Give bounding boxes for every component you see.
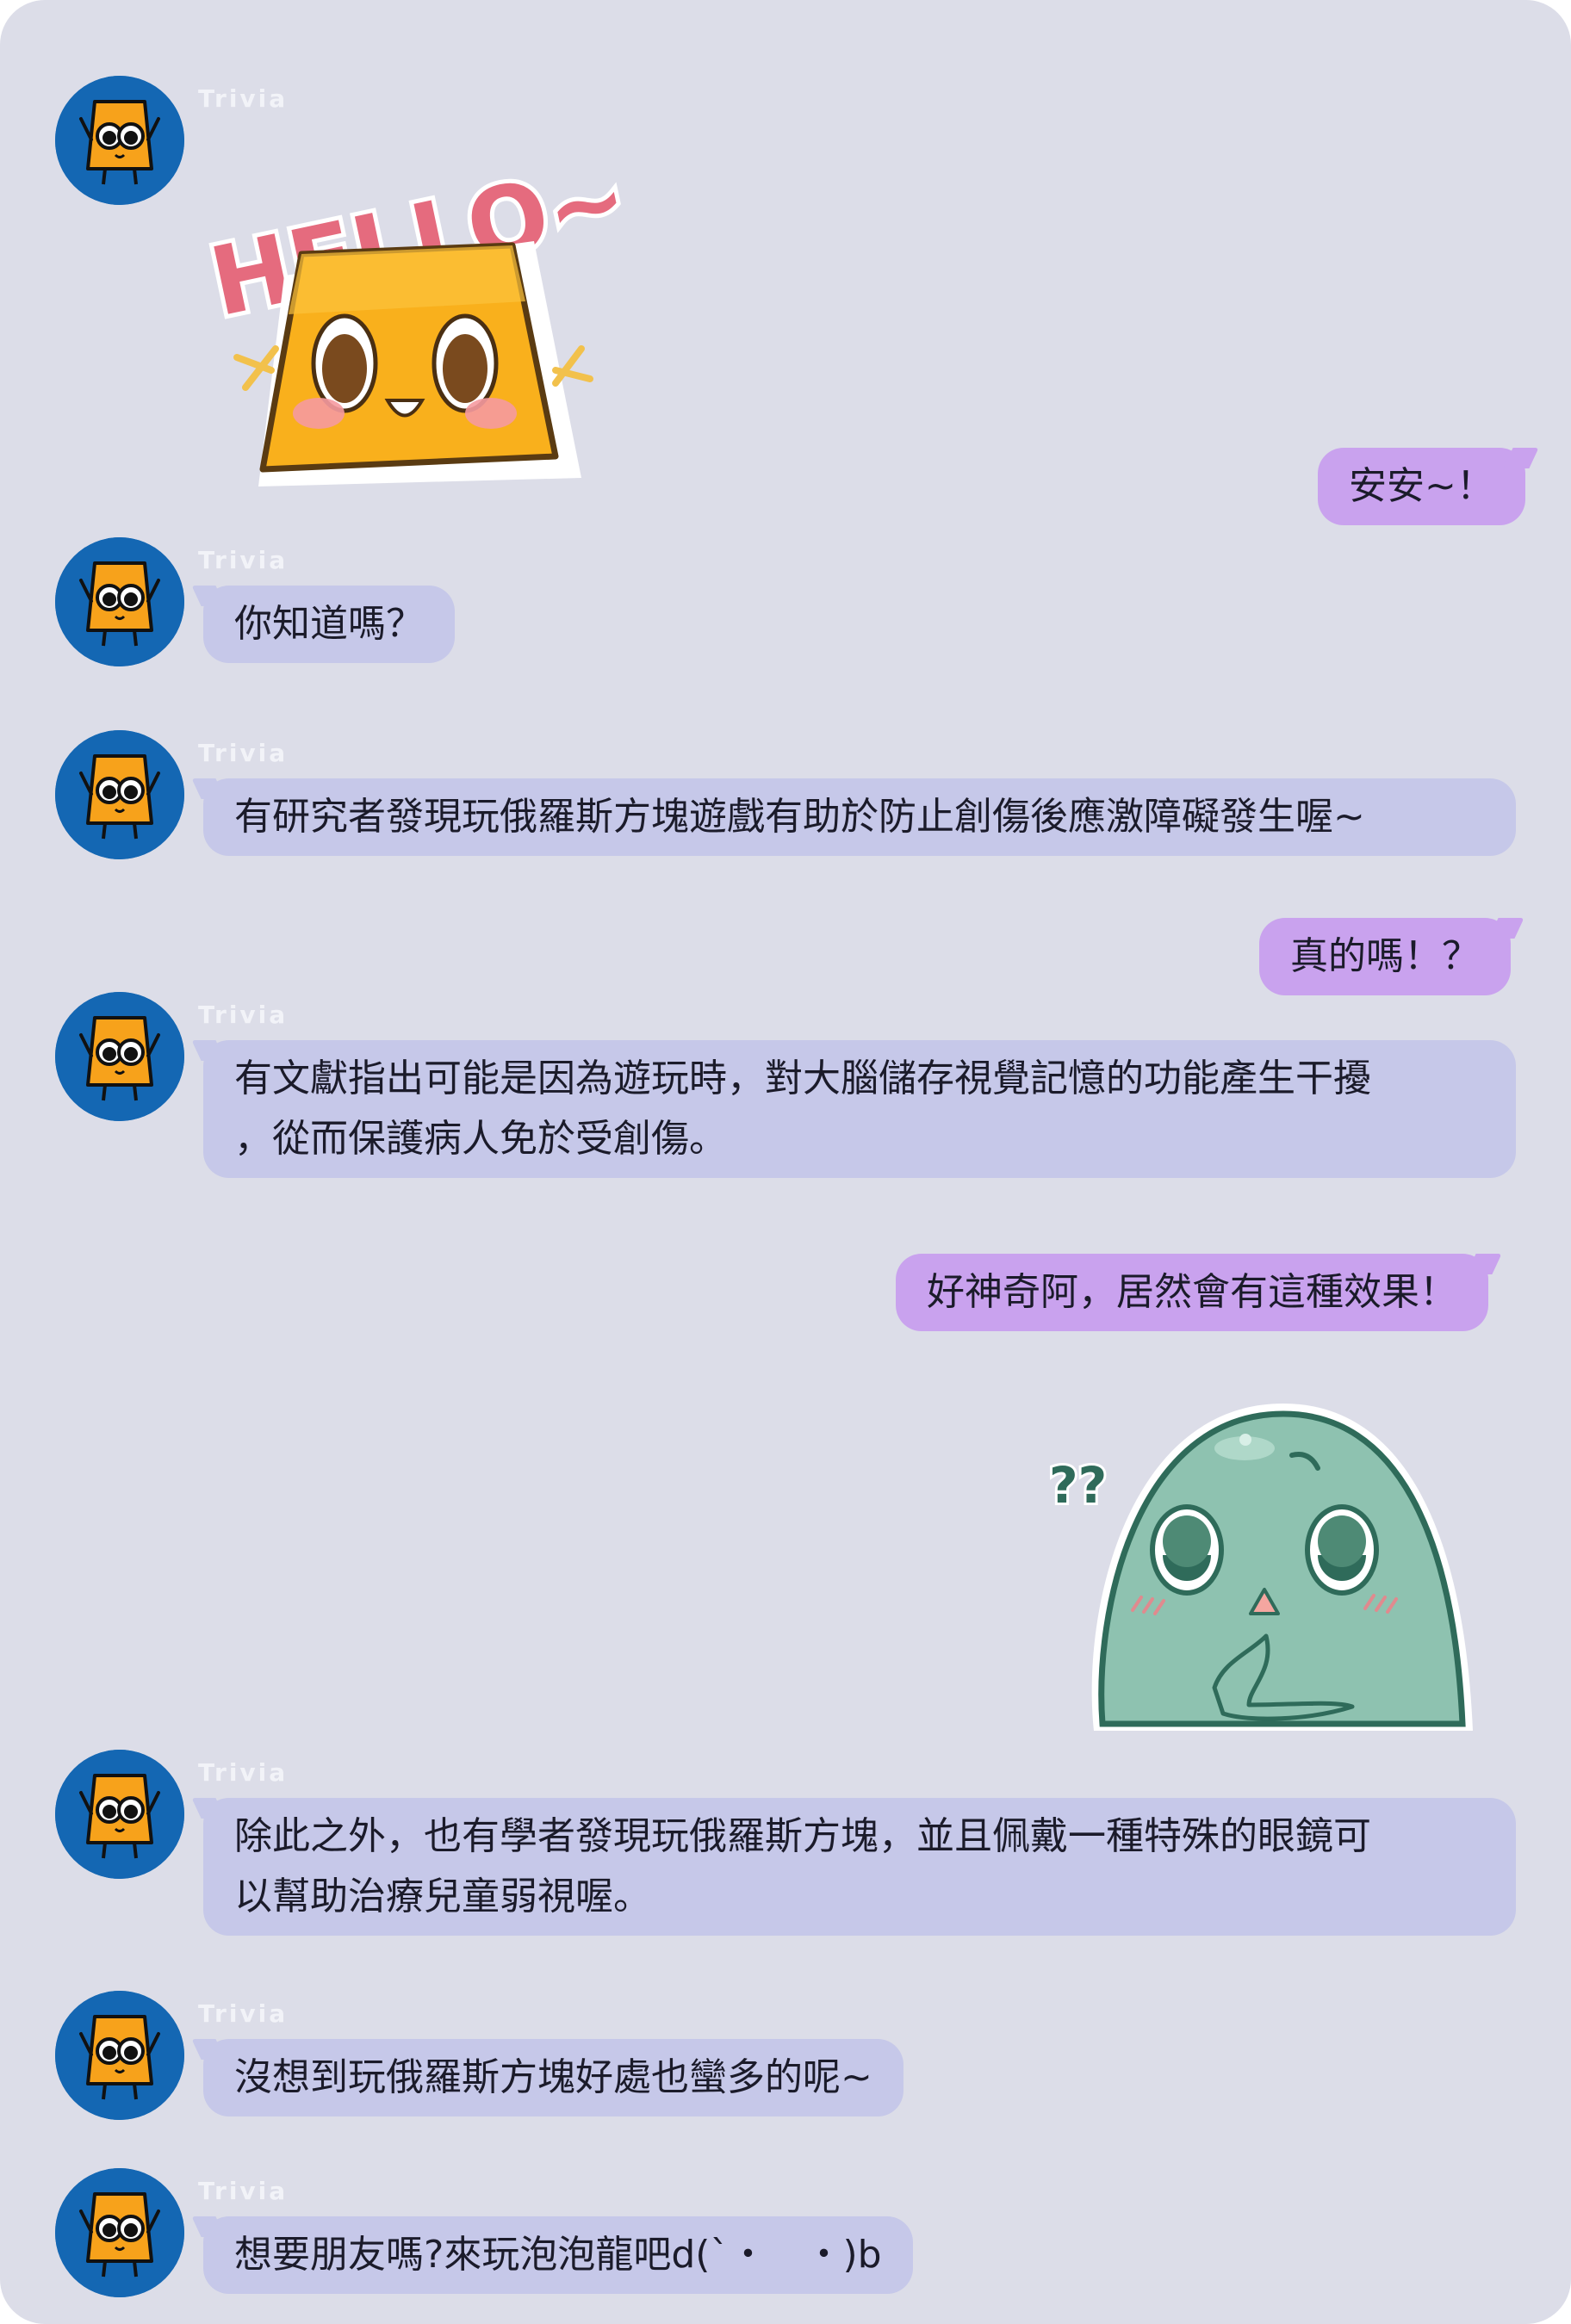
sender-name: Trivia	[198, 1001, 289, 1029]
message-text-line: 除此之外，也有學者發現玩俄羅斯方塊，並且佩戴一種特殊的眼鏡可	[234, 1814, 1371, 1858]
outgoing-message-bubble[interactable]: 好神奇阿，居然會有這種效果！	[896, 1254, 1488, 1331]
message-text: 安安~！	[1349, 464, 1494, 508]
cheese-character-icon	[55, 992, 184, 1121]
cheese-character-icon	[55, 1750, 184, 1879]
incoming-message-bubble[interactable]: 有研究者發現玩俄羅斯方塊遊戲有助於防止創傷後應激障礙發生喔~	[203, 778, 1516, 856]
cheese-character-icon	[55, 1991, 184, 2120]
cheese-character-icon	[55, 730, 184, 859]
incoming-message-bubble[interactable]: 你知道嗎？	[203, 586, 455, 663]
outgoing-message-bubble[interactable]: 真的嗎！？	[1259, 918, 1511, 995]
confused-green-blob-sticker[interactable]: ??	[1034, 1386, 1490, 1739]
outgoing-message-bubble[interactable]: 安安~！	[1318, 448, 1525, 525]
avatar[interactable]	[55, 730, 184, 859]
message-text: 好神奇阿，居然會有這種效果！	[927, 1270, 1457, 1314]
avatar[interactable]	[55, 992, 184, 1121]
sender-name: Trivia	[198, 546, 289, 574]
sender-name: Trivia	[198, 1999, 289, 2028]
message-text-line: ，從而保護病人免於受創傷。	[234, 1117, 727, 1161]
avatar[interactable]	[55, 2168, 184, 2297]
message-text: 真的嗎！？	[1290, 934, 1480, 978]
incoming-message-bubble[interactable]: 有文獻指出可能是因為遊玩時，對大腦儲存視覺記憶的功能產生干擾 ，從而保護病人免於…	[203, 1040, 1516, 1178]
incoming-message-bubble[interactable]: 想要朋友嗎?來玩泡泡龍吧d(`・ ・)b	[203, 2216, 913, 2294]
message-text-line: 有文獻指出可能是因為遊玩時，對大腦儲存視覺記憶的功能產生干擾	[234, 1057, 1371, 1100]
message-text-line: 以幫助治療兒童弱視喔。	[234, 1875, 651, 1918]
message-text: 沒想到玩俄羅斯方塊好處也蠻多的呢~	[234, 2055, 872, 2099]
avatar[interactable]	[55, 537, 184, 666]
avatar[interactable]	[55, 1750, 184, 1879]
message-text: 有研究者發現玩俄羅斯方塊遊戲有助於防止創傷後應激障礙發生喔~	[234, 795, 1365, 839]
incoming-message-bubble[interactable]: 除此之外，也有學者發現玩俄羅斯方塊，並且佩戴一種特殊的眼鏡可 以幫助治療兒童弱視…	[203, 1798, 1516, 1936]
sender-name: Trivia	[198, 84, 289, 113]
message-text: 你知道嗎？	[234, 602, 424, 646]
avatar[interactable]	[55, 76, 184, 205]
message-text: 想要朋友嗎?來玩泡泡龍吧d(`・ ・)b	[234, 2233, 882, 2277]
chat-panel: Trivia HELLO~ 安安~！	[0, 0, 1571, 2324]
sender-name: Trivia	[198, 739, 289, 767]
question-marks: ??	[1049, 1456, 1107, 1515]
hello-cheese-sticker[interactable]: HELLO~	[194, 138, 641, 508]
avatar[interactable]	[55, 1991, 184, 2120]
cheese-character-icon	[55, 76, 184, 205]
cheese-character-icon	[55, 2168, 184, 2297]
incoming-message-bubble[interactable]: 沒想到玩俄羅斯方塊好處也蠻多的呢~	[203, 2039, 903, 2116]
sender-name: Trivia	[198, 2177, 289, 2205]
sender-name: Trivia	[198, 1758, 289, 1787]
cheese-character-icon	[55, 537, 184, 666]
